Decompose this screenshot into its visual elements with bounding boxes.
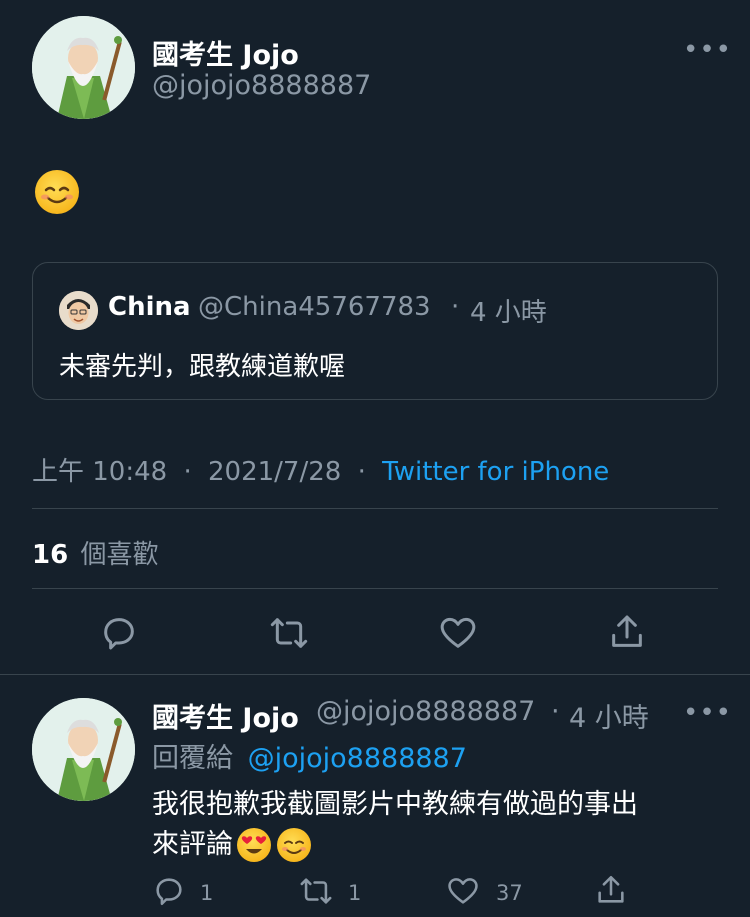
author-handle[interactable]: @jojojo8888887 <box>152 70 371 101</box>
likes-summary[interactable]: 16 個喜歡 <box>32 534 158 571</box>
tweet-separator <box>0 674 750 675</box>
reply-author-avatar[interactable] <box>32 698 135 801</box>
quoted-handle: @China45767783 <box>198 292 431 322</box>
quoted-author-avatar <box>59 291 98 330</box>
like-count: 37 <box>496 881 523 905</box>
tweet-meta: 上午 10:48 · 2021/7/28 · Twitter for iPhon… <box>32 451 609 488</box>
divider <box>32 508 718 509</box>
reply-handle[interactable]: @jojojo8888887 <box>316 696 535 727</box>
tweet-time: 上午 10:48 <box>32 457 168 487</box>
reply-text-line1: 我很抱歉我截圖影片中教練有做過的事出 <box>152 789 638 820</box>
reply-separator: · <box>551 696 560 727</box>
tweet-body <box>35 170 79 214</box>
relieved-face-emoji <box>35 170 79 214</box>
likes-count: 16 <box>32 540 69 570</box>
reply-icon[interactable] <box>99 613 139 653</box>
relieved-face-emoji <box>277 828 311 862</box>
author-display-name[interactable]: 國考生 Jojo <box>152 33 299 72</box>
quoted-separator: · <box>451 292 460 322</box>
wizard-avatar-icon <box>32 16 135 119</box>
quoted-time: 4 小時 <box>470 298 547 328</box>
reply-action-reply[interactable]: 1 <box>152 874 213 912</box>
retweet-icon[interactable] <box>268 613 310 653</box>
heart-eyes-emoji <box>237 828 271 862</box>
tweet-source-link[interactable]: Twitter for iPhone <box>382 457 609 487</box>
retweet-icon <box>298 874 334 912</box>
reply-text-line2: 來評論 <box>152 825 638 865</box>
reply-icon <box>152 874 186 912</box>
replying-to-label: 回覆給 <box>152 743 233 774</box>
reply-action-like[interactable]: 37 <box>446 874 523 912</box>
like-icon[interactable] <box>438 613 478 653</box>
quoted-tweet-card[interactable]: China @China45767783 · 4 小時 未審先判，跟教練道歉喔 <box>32 262 718 400</box>
replying-to-handle[interactable]: @jojojo8888887 <box>248 743 467 774</box>
like-icon <box>446 874 480 912</box>
meta-separator: · <box>183 457 192 487</box>
retweet-count: 1 <box>348 881 362 905</box>
reply-action-share[interactable] <box>594 872 628 912</box>
reply-action-retweet[interactable]: 1 <box>298 874 361 912</box>
tweet-date: 2021/7/28 <box>208 457 342 487</box>
replying-to: 回覆給 @jojojo8888887 <box>152 736 467 775</box>
wizard-avatar-icon <box>32 698 135 801</box>
meta-separator: · <box>357 457 366 487</box>
share-icon[interactable] <box>607 611 647 653</box>
reply-display-name[interactable]: 國考生 Jojo <box>152 696 299 735</box>
reply-count: 1 <box>200 881 214 905</box>
reply-more-options-icon[interactable]: ••• <box>683 700 732 726</box>
reply-text: 我很抱歉我截圖影片中教練有做過的事出 來評論 <box>152 785 638 865</box>
person-avatar-icon <box>59 291 98 330</box>
author-avatar[interactable] <box>32 16 135 119</box>
divider <box>32 588 718 589</box>
reply-text-line2-text: 來評論 <box>152 829 233 860</box>
more-options-icon[interactable]: ••• <box>683 37 732 63</box>
reply-time[interactable]: 4 小時 <box>569 696 649 735</box>
likes-label: 個喜歡 <box>80 540 159 570</box>
quoted-display-name: China <box>108 292 191 322</box>
quoted-text: 未審先判，跟教練道歉喔 <box>59 352 346 382</box>
share-icon <box>594 875 628 912</box>
